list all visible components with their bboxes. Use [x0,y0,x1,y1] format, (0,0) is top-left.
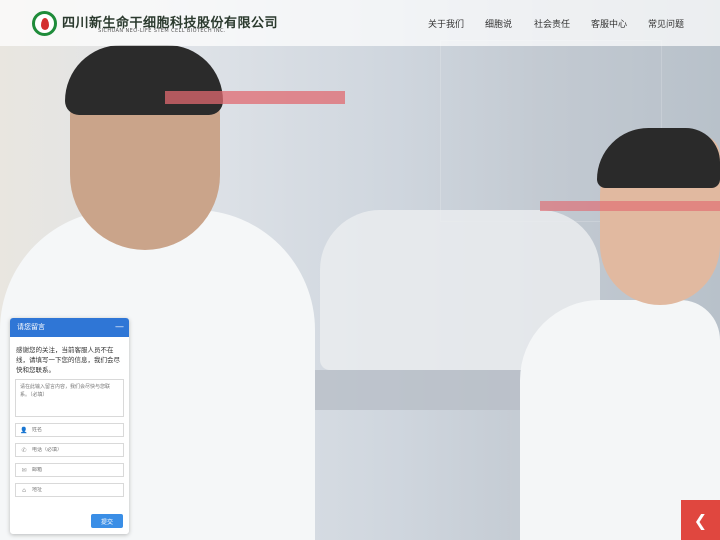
site-header: 四川新生命干细胞科技股份有限公司 SICHUAN NEO-LIFE STEM C… [0,0,720,46]
message-intro-text: 感谢您的关注，当前客服人员不在线，请填写一下您的信息，我们会尽快和您联系。 [16,346,120,374]
phone-icon: ✆ [21,446,27,454]
nav-cell-talk[interactable]: 细胞说 [485,17,512,30]
minimize-icon[interactable]: — [115,318,124,337]
location-icon: ⌂ [22,486,26,494]
red-light-beam [165,91,345,104]
message-panel-title: 请您留言 [17,323,45,331]
nav-service-center[interactable]: 客服中心 [591,17,627,30]
company-name-en: SICHUAN NEO-LIFE STEM CELL BIOTECH INC. [98,28,226,34]
leave-message-panel: 请您留言 — 感谢您的关注，当前客服人员不在线，请填写一下您的信息，我们会尽快和… [10,318,129,534]
logo-drop-icon [41,18,49,30]
message-panel-header[interactable]: 请您留言 — [10,318,129,337]
name-input[interactable] [32,427,120,433]
message-content-input[interactable] [15,379,124,417]
email-icon: ✉ [21,466,27,474]
phone-input[interactable] [32,447,120,453]
float-chevron-left-button[interactable]: ❮ [681,500,720,540]
phone-field[interactable]: ✆ [15,443,124,457]
address-field[interactable]: ⌂ [15,483,124,497]
nav-social-responsibility[interactable]: 社会责任 [534,17,570,30]
name-field[interactable]: 👤 [15,423,124,437]
person-icon: 👤 [20,426,28,434]
red-light-beam [540,201,720,211]
nav-faq[interactable]: 常见问题 [648,17,684,30]
nav-about-us[interactable]: 关于我们 [428,17,464,30]
address-input[interactable] [32,487,120,493]
submit-button[interactable]: 提交 [91,514,123,528]
email-field[interactable]: ✉ [15,463,124,477]
scientist-left-hair [65,45,223,115]
chevron-left-icon: ❮ [693,510,708,530]
email-input[interactable] [32,467,120,473]
company-logo-icon[interactable] [32,11,57,36]
